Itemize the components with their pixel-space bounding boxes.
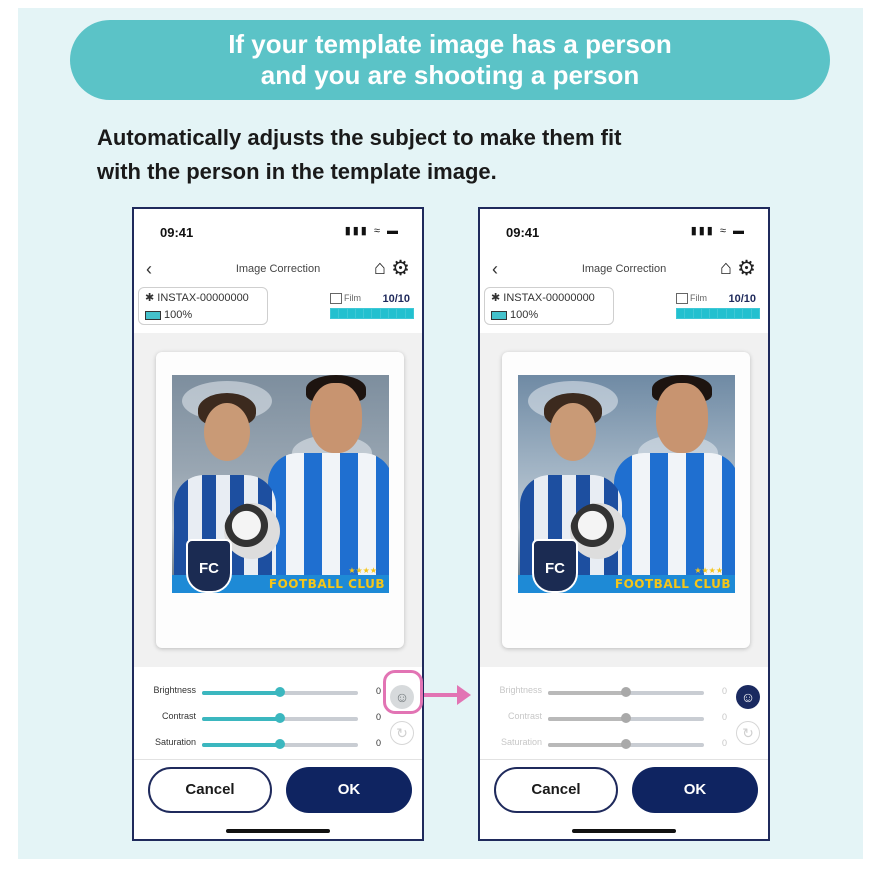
saturation-label: Saturation	[500, 737, 542, 747]
slider-thumb[interactable]	[275, 739, 285, 749]
banner-line-1: If your template image has a person	[228, 29, 672, 59]
status-time: 09:41	[160, 225, 194, 240]
status-icons: ▮▮▮ ≈ ▬	[690, 225, 746, 237]
club-badge: FC	[532, 539, 578, 593]
brightness-slider[interactable]	[202, 687, 358, 697]
boy-face	[204, 403, 250, 461]
man-face	[310, 383, 362, 453]
brightness-label: Brightness	[153, 685, 196, 695]
film-count: 10/10	[728, 293, 756, 305]
contrast-label: Contrast	[507, 711, 542, 721]
saturation-row[interactable]: Saturation 0	[134, 737, 422, 757]
contrast-row[interactable]: Contrast 0	[480, 711, 768, 731]
stars-decoration: ★★★★	[694, 566, 723, 575]
brightness-value: 0	[376, 686, 382, 696]
film-label: Film	[676, 293, 707, 305]
contrast-label: Contrast	[161, 711, 196, 721]
home-icon[interactable]: ⌂	[374, 257, 386, 280]
man-face	[656, 383, 708, 453]
ok-button[interactable]: OK	[286, 767, 412, 813]
battery-level: 100%	[491, 309, 538, 321]
film-label: Film	[330, 293, 361, 305]
gear-icon[interactable]: ⚙	[391, 256, 410, 281]
brightness-row[interactable]: Brightness 0	[480, 685, 768, 705]
club-badge: FC	[186, 539, 232, 593]
saturation-slider[interactable]	[548, 739, 704, 749]
slider-thumb[interactable]	[621, 687, 631, 697]
saturation-value: 0	[722, 738, 728, 748]
brightness-slider[interactable]	[548, 687, 704, 697]
contrast-value: 0	[722, 712, 728, 722]
soccer-ball	[224, 503, 280, 559]
description-line-1: Automatically adjusts the subject to mak…	[97, 125, 622, 150]
saturation-slider[interactable]	[202, 739, 358, 749]
bluetooth-icon: ✱	[491, 292, 504, 304]
slider-thumb[interactable]	[275, 713, 285, 723]
contrast-row[interactable]: Contrast 0	[134, 711, 422, 731]
contrast-value: 0	[376, 712, 382, 722]
auto-correct-face-icon[interactable]: ☺	[736, 685, 760, 709]
description-line-2: with the person in the template image.	[97, 159, 497, 184]
saturation-label: Saturation	[154, 737, 196, 747]
device-status-box: ✱ INSTAX-00000000 100%	[484, 287, 614, 325]
divider	[134, 759, 422, 760]
device-name: ✱ INSTAX-00000000	[491, 292, 595, 304]
description: Automatically adjusts the subject to mak…	[97, 121, 817, 189]
phone-screen-after: 09:41 ▮▮▮ ≈ ▬ ‹ Image Correction ⌂ ⚙ ✱ I…	[478, 207, 770, 841]
brightness-label: Brightness	[499, 685, 542, 695]
club-name: FOOTBALL CLUB	[268, 577, 385, 591]
film-remaining-bar	[330, 308, 414, 319]
contrast-slider[interactable]	[202, 713, 358, 723]
ok-button[interactable]: OK	[632, 767, 758, 813]
gear-icon[interactable]: ⚙	[737, 256, 756, 281]
banner-line-2: and you are shooting a person	[260, 60, 640, 90]
home-indicator	[226, 829, 330, 833]
film-icon	[676, 293, 688, 305]
stars-decoration: ★★★★	[348, 566, 377, 575]
reset-icon[interactable]: ↻	[736, 721, 760, 745]
boy-face	[550, 403, 596, 461]
club-name: FOOTBALL CLUB	[614, 577, 731, 591]
battery-level: 100%	[145, 309, 192, 321]
film-remaining-bar	[676, 308, 760, 319]
status-time: 09:41	[506, 225, 540, 240]
brightness-value: 0	[722, 686, 728, 696]
saturation-value: 0	[376, 738, 382, 748]
home-icon[interactable]: ⌂	[720, 257, 732, 280]
film-count: 10/10	[382, 293, 410, 305]
cancel-button[interactable]: Cancel	[148, 767, 272, 813]
slider-thumb[interactable]	[621, 739, 631, 749]
cancel-button[interactable]: Cancel	[494, 767, 618, 813]
battery-icon	[145, 310, 161, 320]
brightness-row[interactable]: Brightness 0	[134, 685, 422, 705]
highlight-box	[383, 670, 423, 714]
arrow-icon	[424, 693, 460, 697]
divider	[480, 759, 768, 760]
device-status-box: ✱ INSTAX-00000000 100%	[138, 287, 268, 325]
template-photo: ★★★★ FOOTBALL CLUB FC	[172, 375, 389, 593]
film-icon	[330, 293, 342, 305]
bluetooth-icon: ✱	[145, 292, 158, 304]
title-banner: If your template image has a person and …	[70, 20, 830, 100]
home-indicator	[572, 829, 676, 833]
corrected-photo: ★★★★ FOOTBALL CLUB FC	[518, 375, 735, 593]
saturation-row[interactable]: Saturation 0	[480, 737, 768, 757]
battery-icon	[491, 310, 507, 320]
phone-screen-before: 09:41 ▮▮▮ ≈ ▬ ‹ Image Correction ⌂ ⚙ ✱ I…	[132, 207, 424, 841]
reset-icon[interactable]: ↻	[390, 721, 414, 745]
contrast-slider[interactable]	[548, 713, 704, 723]
status-icons: ▮▮▮ ≈ ▬	[344, 225, 400, 237]
arrow-head-icon	[457, 685, 471, 705]
soccer-ball	[570, 503, 626, 559]
slider-thumb[interactable]	[621, 713, 631, 723]
device-name: ✱ INSTAX-00000000	[145, 292, 249, 304]
slider-thumb[interactable]	[275, 687, 285, 697]
